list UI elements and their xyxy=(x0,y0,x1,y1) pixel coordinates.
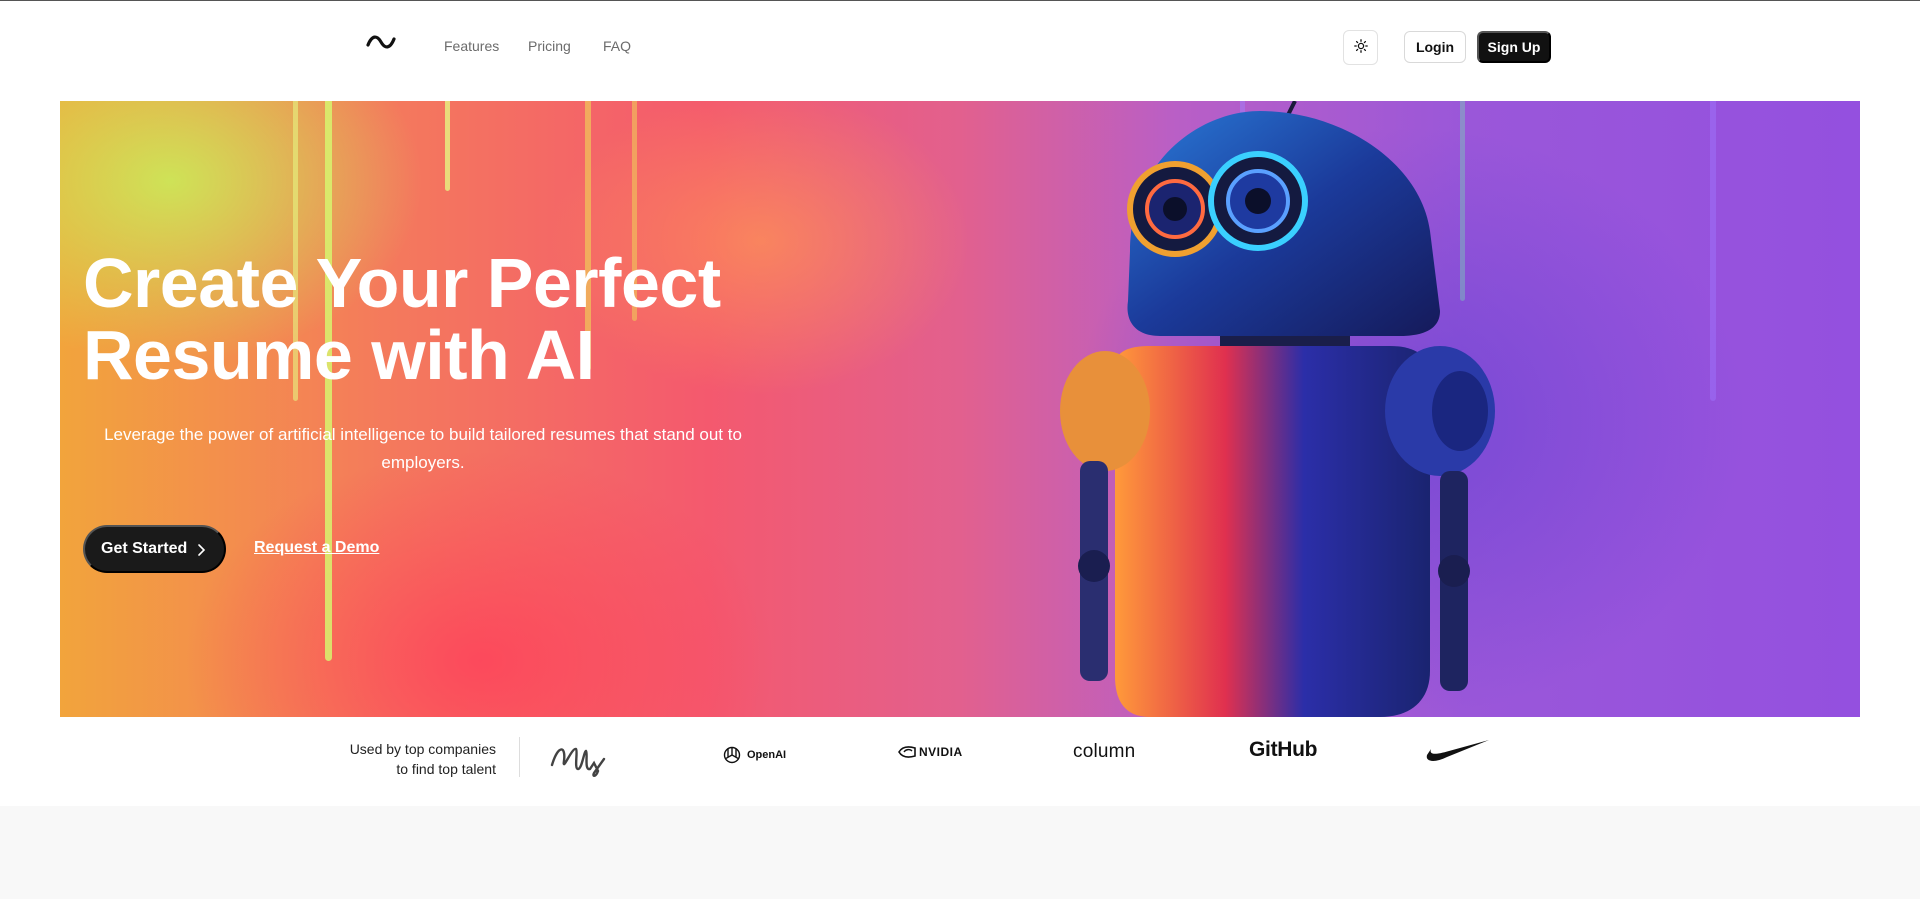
logos-caption-line-2: to find top talent xyxy=(396,761,496,777)
theme-toggle-button[interactable] xyxy=(1343,30,1378,65)
nav-pricing-link[interactable]: Pricing xyxy=(528,38,571,54)
robot-illustration xyxy=(1060,101,1495,717)
openai-logo-text: OpenAI xyxy=(747,749,787,761)
logos-caption: Used by top companies to find top talent xyxy=(300,739,496,779)
column-logo-text: column xyxy=(1073,741,1136,762)
nav-features-link[interactable]: Features xyxy=(444,38,499,54)
hero-section: Create Your Perfect Resume with AI Lever… xyxy=(60,101,1860,717)
hero-subtitle: Leverage the power of artificial intelli… xyxy=(104,425,742,472)
site-header: Features Pricing FAQ Login Sign Up xyxy=(0,1,1920,100)
hero-title-line-2: Resume with AI xyxy=(83,316,595,394)
sun-icon xyxy=(1353,39,1368,56)
github-logo: GitHub xyxy=(1249,738,1317,762)
customer-logos-strip: Used by top companies to find top talent… xyxy=(0,717,1920,806)
vertical-divider xyxy=(519,737,520,777)
paint-drip xyxy=(445,101,450,191)
nvidia-logo-text: NVIDIA xyxy=(919,745,963,759)
chevron-right-icon xyxy=(196,543,206,562)
paint-drip xyxy=(1710,101,1716,401)
nike-logo xyxy=(1425,737,1491,763)
column-logo: column xyxy=(1073,741,1135,763)
logos-caption-line-1: Used by top companies xyxy=(349,741,496,757)
login-button[interactable]: Login xyxy=(1404,31,1466,63)
openai-knot-icon xyxy=(723,746,741,764)
signature-logo xyxy=(548,739,610,779)
next-section-background xyxy=(0,806,1920,899)
request-demo-link[interactable]: Request a Demo xyxy=(254,539,379,557)
openai-logo: OpenAI xyxy=(722,745,786,765)
hero-title: Create Your Perfect Resume with AI xyxy=(83,247,843,391)
get-started-button[interactable]: Get Started xyxy=(83,525,226,573)
get-started-label: Get Started xyxy=(101,540,188,557)
nav-faq-link[interactable]: FAQ xyxy=(603,38,631,54)
nvidia-eye-icon xyxy=(898,746,916,758)
nike-swoosh-icon xyxy=(1426,740,1489,761)
github-logo-text: GitHub xyxy=(1249,738,1318,761)
hero-title-line-1: Create Your Perfect xyxy=(83,244,721,322)
nvidia-logo: NVIDIA xyxy=(898,745,963,759)
tilde-logo-icon[interactable] xyxy=(365,31,397,53)
signup-button[interactable]: Sign Up xyxy=(1477,31,1551,63)
